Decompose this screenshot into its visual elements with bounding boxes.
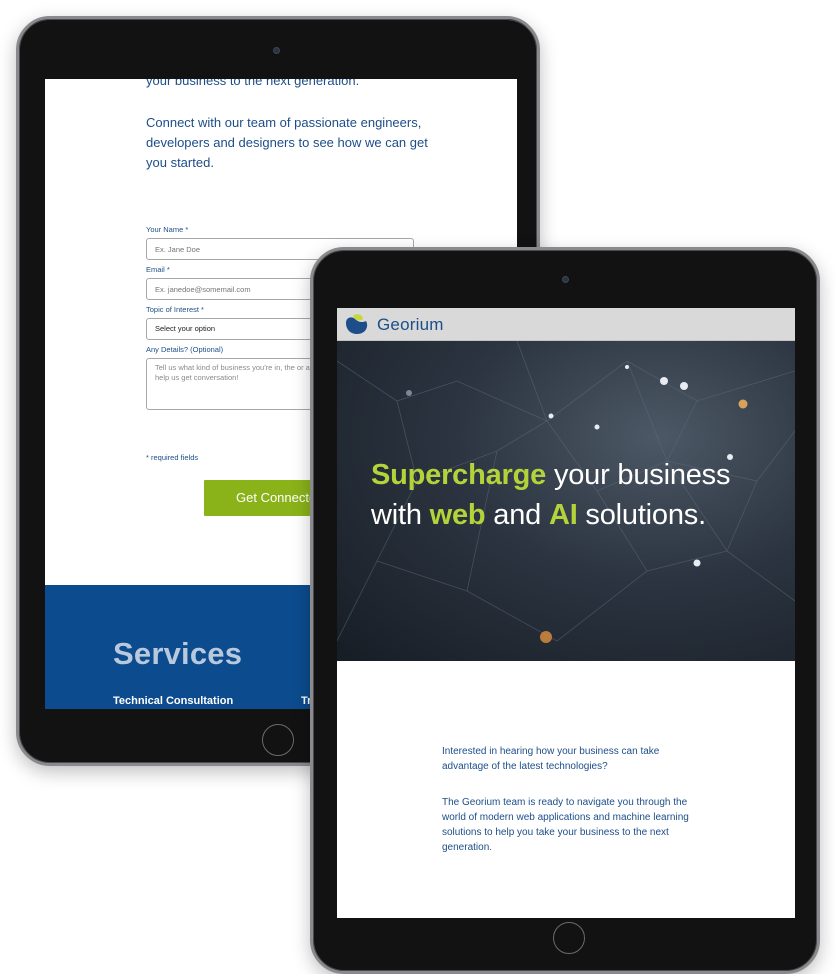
headline-part-7: solutions. [577, 499, 706, 531]
headline-word-supercharge: Supercharge [371, 459, 547, 491]
hero-banner: Supercharge your business with web and A… [337, 341, 795, 661]
hero-headline: Supercharge your business with web and A… [371, 455, 791, 535]
camera-icon [273, 47, 280, 54]
headline-part-5: and [485, 499, 549, 531]
brand-name[interactable]: Georium [377, 315, 444, 335]
topic-selected-value: Select your option [155, 324, 216, 333]
intro-text-top: your business to the next generation. [146, 79, 360, 88]
headline-word-ai: AI [548, 499, 578, 531]
body-copy-interested: Interested in hearing how your business … [442, 746, 660, 772]
front-tablet-screen: Georium Supercharge your business with w… [337, 308, 795, 918]
name-label: Your Name * [146, 225, 189, 234]
camera-icon [562, 276, 569, 283]
headline-part-3: with [371, 499, 430, 531]
headline-word-web: web [429, 499, 486, 531]
georium-logo-icon[interactable] [344, 313, 370, 335]
service-item-technical-consultation[interactable]: Technical Consultation [113, 695, 233, 707]
front-tablet-frame: Georium Supercharge your business with w… [310, 247, 820, 974]
intro-connect-text: Connect with our team of passionate engi… [146, 115, 428, 170]
home-button-icon[interactable] [553, 922, 585, 954]
home-button-icon[interactable] [262, 724, 294, 756]
services-heading: Services [113, 636, 243, 671]
required-fields-note: * required fields [146, 453, 199, 462]
body-copy-team: The Georium team is ready to navigate yo… [442, 797, 689, 853]
headline-part-2: your business [546, 459, 731, 491]
site-header: Georium [337, 308, 795, 341]
